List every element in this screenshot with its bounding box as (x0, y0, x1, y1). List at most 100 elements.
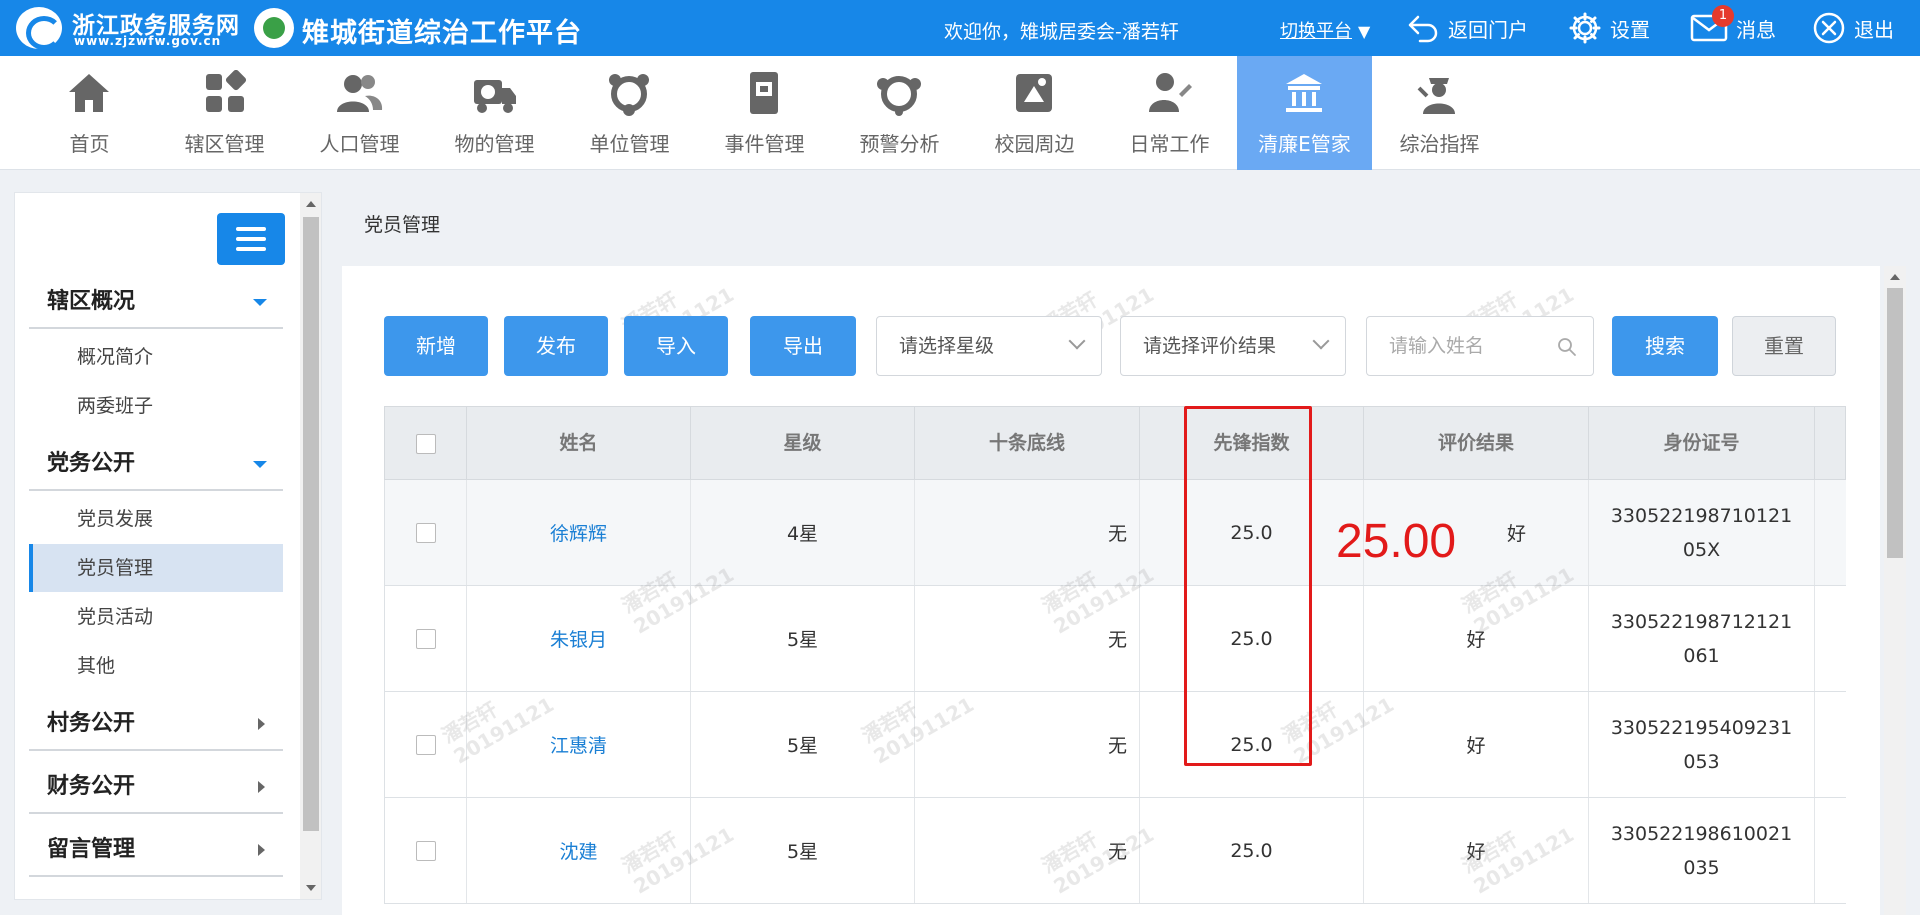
nav-label: 校园周边 (994, 132, 1075, 156)
column-header-evaluation[interactable]: 评价结果 (1364, 407, 1589, 479)
nav-item-population[interactable]: 人口管理 (292, 56, 427, 170)
nav-label: 清廉E管家 (1258, 132, 1351, 156)
member-name-link[interactable]: 朱银月 (467, 586, 691, 691)
bottom-line-cell: 无 (915, 480, 1140, 585)
nav-item-home[interactable]: 首页 (22, 56, 157, 170)
column-header-pioneer-index[interactable]: 先锋指数 (1140, 407, 1364, 479)
nav-item-campus[interactable]: 校园周边 (967, 56, 1102, 170)
pioneer-index-cell: 25.0 (1140, 798, 1364, 903)
row-checkbox-cell (385, 480, 467, 585)
nav-item-command[interactable]: 综治指挥 (1372, 56, 1507, 170)
caret-down-icon (253, 461, 267, 468)
book-icon (750, 72, 778, 114)
sidebar-item-overview[interactable]: 概况简介 (29, 333, 283, 381)
publish-button[interactable]: 发布 (504, 316, 608, 376)
sidebar-item-member-development[interactable]: 党员发展 (29, 495, 283, 543)
row-checkbox[interactable] (415, 840, 436, 861)
row-checkbox-cell (385, 798, 467, 903)
column-header-star[interactable]: 星级 (691, 407, 915, 479)
table-row: 江惠清 5星 无 25.0 好 330522195409231053 (384, 692, 1846, 798)
sidebar-item-committee[interactable]: 两委班子 (29, 382, 283, 430)
sidebar-item-member-activities[interactable]: 党员活动 (29, 593, 283, 641)
switch-platform-label: 切换平台 (1280, 21, 1352, 42)
name-search-field[interactable] (1366, 316, 1594, 376)
scroll-up-icon[interactable] (306, 201, 316, 207)
return-portal-button[interactable]: 返回门户 (1406, 10, 1528, 46)
sidebar-item-other[interactable]: 其他 (29, 642, 283, 690)
return-arrow-icon (1408, 15, 1438, 43)
home-icon (69, 74, 109, 112)
nav-item-units[interactable]: 单位管理 (562, 56, 697, 170)
breadcrumb: 党员管理 (364, 214, 441, 236)
return-portal-label: 返回门户 (1448, 17, 1528, 42)
hamburger-icon (236, 227, 266, 231)
evaluation-result-select[interactable]: 请选择评价结果 (1120, 316, 1346, 376)
add-button[interactable]: 新增 (384, 316, 488, 376)
import-button[interactable]: 导入 (624, 316, 728, 376)
main-nav: 首页 辖区管理 人口管理 物的管理 单位管理 事件管理 预警分析 校园周边 日常… (0, 56, 1920, 170)
name-search-input[interactable] (1367, 317, 1557, 375)
scrollbar-thumb[interactable] (1887, 288, 1903, 558)
content-panel: 潘若轩20191121 潘若轩20191121 潘若轩20191121 新增 发… (342, 266, 1880, 915)
member-name-link[interactable]: 江惠清 (467, 692, 691, 797)
export-button[interactable]: 导出 (750, 316, 856, 376)
table-row: 朱银月 5星 无 25.0 好 330522198712121061 (384, 586, 1846, 692)
nav-label: 辖区管理 (184, 132, 265, 156)
reset-button[interactable]: 重置 (1732, 316, 1836, 376)
sidebar-group-village-affairs[interactable]: 村务公开 (29, 699, 283, 751)
id-number-cell: 330522195409231053 (1589, 692, 1815, 797)
select-all-checkbox[interactable] (415, 433, 436, 454)
close-circle-icon (1813, 12, 1845, 44)
row-checkbox[interactable] (415, 628, 436, 649)
column-header-name[interactable]: 姓名 (467, 407, 691, 479)
select-all-cell (385, 407, 467, 479)
nav-item-warning[interactable]: 预警分析 (832, 56, 967, 170)
nav-item-objects[interactable]: 物的管理 (427, 56, 562, 170)
evaluation-result-select-value: 请选择评价结果 (1143, 335, 1277, 357)
nav-item-daily-work[interactable]: 日常工作 (1102, 56, 1237, 170)
column-header-bottom-line[interactable]: 十条底线 (915, 407, 1140, 479)
caret-right-icon (258, 781, 265, 793)
star-cell: 5星 (691, 692, 915, 797)
top-bar: 浙江政务服务网 www.zjzwfw.gov.cn 雉城街道综治工作平台 欢迎你… (0, 0, 1920, 56)
scrollbar-thumb[interactable] (303, 217, 319, 831)
star-level-select[interactable]: 请选择星级 (876, 316, 1102, 376)
bottom-line-cell: 无 (915, 586, 1140, 691)
switch-platform-link[interactable]: 切换平台 ▼ (1280, 17, 1370, 43)
nav-label: 预警分析 (859, 132, 940, 156)
content-scrollbar[interactable] (1884, 266, 1906, 915)
row-checkbox[interactable] (415, 522, 436, 543)
sidebar-group-messages[interactable]: 留言管理 (29, 825, 283, 877)
member-name-link[interactable]: 沈建 (467, 798, 691, 903)
nav-item-area[interactable]: 辖区管理 (157, 56, 292, 170)
messages-label: 消息 (1736, 17, 1776, 42)
scroll-down-icon[interactable] (306, 885, 316, 891)
nav-label: 单位管理 (589, 132, 670, 156)
sidebar-item-member-management[interactable]: 党员管理 (29, 544, 283, 592)
pioneer-index-cell: 25.0 (1140, 586, 1364, 691)
gear-icon (1569, 12, 1601, 44)
triangle-down-icon: ▼ (1358, 22, 1371, 41)
column-header-id-number[interactable]: 身份证号 (1589, 407, 1815, 479)
sidebar-group-finance[interactable]: 财务公开 (29, 762, 283, 814)
sidebar-group-area-overview[interactable]: 辖区概况 (29, 277, 283, 329)
sidebar-group-label: 党务公开 (47, 451, 136, 476)
evaluation-cell: 好 (1364, 798, 1589, 903)
settings-label: 设置 (1610, 17, 1650, 42)
member-name-link[interactable]: 徐辉辉 (467, 480, 691, 585)
row-checkbox[interactable] (415, 734, 436, 755)
search-button[interactable]: 搜索 (1612, 316, 1718, 376)
annotation-value: 25.00 (1336, 515, 1457, 568)
sidebar-group-party-affairs[interactable]: 党务公开 (29, 439, 283, 491)
chevron-down-icon (1312, 332, 1330, 350)
caret-right-icon (258, 844, 265, 856)
settings-button[interactable]: 设置 (1568, 10, 1650, 46)
bottom-line-cell: 无 (915, 798, 1140, 903)
nav-item-events[interactable]: 事件管理 (697, 56, 832, 170)
logout-button[interactable]: 退出 (1812, 10, 1894, 46)
sidebar-scrollbar[interactable] (300, 193, 321, 899)
caret-down-icon (253, 299, 267, 306)
menu-toggle-button[interactable] (217, 213, 285, 265)
scroll-up-icon[interactable] (1890, 274, 1900, 280)
nav-item-integrity[interactable]: 清廉E管家 (1237, 56, 1372, 170)
